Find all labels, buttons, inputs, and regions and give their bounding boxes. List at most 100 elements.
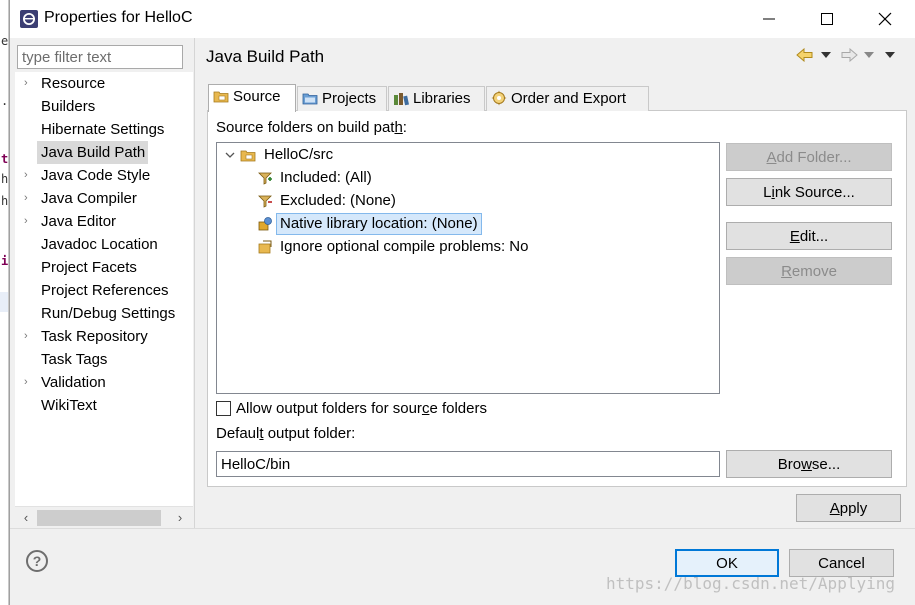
edit-button[interactable]: Edit... xyxy=(726,222,892,250)
tab-libraries[interactable]: Libraries xyxy=(388,86,485,111)
nav-item-java-code-style[interactable]: › Java Code Style xyxy=(15,164,193,187)
cancel-button[interactable]: Cancel xyxy=(789,549,894,577)
remove-button[interactable]: Remove xyxy=(726,257,892,285)
nav-item-resource[interactable]: › Resource xyxy=(15,72,193,95)
add-folder-button[interactable]: Add Folder... xyxy=(726,143,892,171)
forward-arrow-icon[interactable] xyxy=(840,48,858,62)
nav-item-java-build-path[interactable]: Java Build Path xyxy=(15,141,193,164)
chevron-down-icon[interactable] xyxy=(223,150,237,160)
nav-item-label: Java Build Path xyxy=(37,141,149,164)
editor-glyph: e xyxy=(1,34,9,48)
default-output-folder-label: Default output folder: xyxy=(216,425,356,442)
nav-item-label: Validation xyxy=(41,374,106,391)
nav-item-label: Hibernate Settings xyxy=(41,121,165,138)
editor-glyph: h xyxy=(1,172,9,186)
back-dropdown-icon[interactable] xyxy=(821,52,831,58)
close-icon xyxy=(878,12,892,26)
nav-item-java-editor[interactable]: › Java Editor xyxy=(15,210,193,233)
nav-item-javadoc-location[interactable]: Javadoc Location xyxy=(15,233,193,256)
nav-item-label: Builders xyxy=(41,98,96,115)
nav-item-label: Project Facets xyxy=(41,259,137,276)
editor-line-highlight xyxy=(0,292,8,312)
editor-glyph: i xyxy=(1,254,9,268)
maximize-icon xyxy=(821,13,833,25)
scroll-right-icon[interactable]: › xyxy=(171,509,189,527)
chevron-right-icon[interactable]: › xyxy=(24,72,36,95)
history-navigation xyxy=(796,46,906,66)
page-title: Java Build Path xyxy=(206,47,325,66)
source-folder-icon xyxy=(240,150,256,162)
watermark: https://blog.csdn.net/Applying xyxy=(606,574,895,593)
nav-item-project-facets[interactable]: Project Facets xyxy=(15,256,193,279)
minimize-icon xyxy=(763,18,775,20)
minimize-button[interactable] xyxy=(740,0,798,38)
nav-item-label: Java Editor xyxy=(41,213,117,230)
default-output-folder-input[interactable] xyxy=(216,451,720,477)
nav-item-label: Project References xyxy=(41,282,169,299)
nav-item-label: Task Repository xyxy=(41,328,148,345)
back-arrow-icon[interactable] xyxy=(796,48,814,62)
nav-item-project-references[interactable]: Project References xyxy=(15,279,193,302)
editor-glyph: t xyxy=(1,152,9,166)
forward-dropdown-icon[interactable] xyxy=(864,52,874,58)
help-icon[interactable]: ? xyxy=(26,550,48,572)
nav-horizontal-scrollbar[interactable]: ‹ › xyxy=(15,506,193,528)
source-folder-icon xyxy=(213,91,229,103)
tab-libraries-label: Libraries xyxy=(413,90,471,107)
filter-input[interactable] xyxy=(17,45,183,69)
chevron-right-icon[interactable]: › xyxy=(24,164,36,187)
tree-ignore-problems-label: Ignore optional compile problems: No xyxy=(280,238,529,255)
close-button[interactable] xyxy=(856,0,914,38)
eclipse-icon xyxy=(20,10,38,28)
maximize-button[interactable] xyxy=(798,0,856,38)
scroll-left-icon[interactable]: ‹ xyxy=(17,509,35,527)
tab-source[interactable]: Source xyxy=(208,84,296,112)
scrollbar-thumb[interactable] xyxy=(37,510,161,526)
nav-item-java-compiler[interactable]: › Java Compiler xyxy=(15,187,193,210)
apply-button[interactable]: Apply xyxy=(796,494,901,522)
footer-separator xyxy=(10,528,915,529)
ok-button[interactable]: OK xyxy=(675,549,779,577)
source-folders-tree[interactable]: HelloC/src Included: (All) Excluded: (No… xyxy=(216,142,720,394)
chevron-right-icon[interactable]: › xyxy=(24,187,36,210)
nav-item-label: Task Tags xyxy=(41,351,108,368)
tree-excluded-label: Excluded: (None) xyxy=(280,192,396,209)
browse-button[interactable]: Browse... xyxy=(726,450,892,478)
tab-projects-label: Projects xyxy=(322,90,377,107)
order-export-icon xyxy=(491,90,507,106)
nav-item-task-tags[interactable]: Task Tags xyxy=(15,348,193,371)
nav-item-hibernate-settings[interactable]: Hibernate Settings xyxy=(15,118,193,141)
nav-item-label: Run/Debug Settings xyxy=(41,305,176,322)
sash[interactable] xyxy=(194,38,195,528)
tab-source-label: Source xyxy=(233,88,281,105)
title-bar[interactable]: Properties for HelloC xyxy=(10,0,915,38)
nav-item-label: Resource xyxy=(41,75,106,92)
nav-item-label: Java Code Style xyxy=(41,167,151,184)
inclusion-filter-icon xyxy=(258,172,272,185)
chevron-right-icon[interactable]: › xyxy=(24,371,36,394)
tree-included-label: Included: (All) xyxy=(280,169,372,186)
editor-glyph: . xyxy=(1,94,9,108)
editor-glyph: h xyxy=(1,194,9,208)
tree-native-library-label: Native library location: (None) xyxy=(276,213,482,235)
tab-order-and-export[interactable]: Order and Export xyxy=(486,86,649,111)
allow-output-folders-checkbox[interactable] xyxy=(216,401,231,416)
nav-item-builders[interactable]: Builders xyxy=(15,95,193,118)
link-source-button[interactable]: Link Source... xyxy=(726,178,892,206)
nav-item-run-debug-settings[interactable]: Run/Debug Settings xyxy=(15,302,193,325)
chevron-right-icon[interactable]: › xyxy=(24,210,36,233)
tree-root-label: HelloC/src xyxy=(264,146,334,163)
properties-dialog: Properties for HelloC › Resource Builders H… xyxy=(9,0,915,605)
nav-item-wikitext[interactable]: WikiText xyxy=(15,394,193,417)
nav-item-task-repository[interactable]: › Task Repository xyxy=(15,325,193,348)
properties-nav-tree[interactable]: › Resource Builders Hibernate Settings Java … xyxy=(15,72,193,506)
nav-item-validation[interactable]: › Validation xyxy=(15,371,193,394)
native-library-icon xyxy=(258,217,272,231)
window-title: Properties for HelloC xyxy=(44,9,193,26)
tab-projects[interactable]: Projects xyxy=(297,86,387,111)
chevron-right-icon[interactable]: › xyxy=(24,325,36,348)
view-menu-icon[interactable] xyxy=(885,52,895,58)
nav-item-label: Javadoc Location xyxy=(41,236,158,253)
source-folders-label: Source folders on build path: xyxy=(216,119,407,136)
projects-icon xyxy=(302,93,318,105)
